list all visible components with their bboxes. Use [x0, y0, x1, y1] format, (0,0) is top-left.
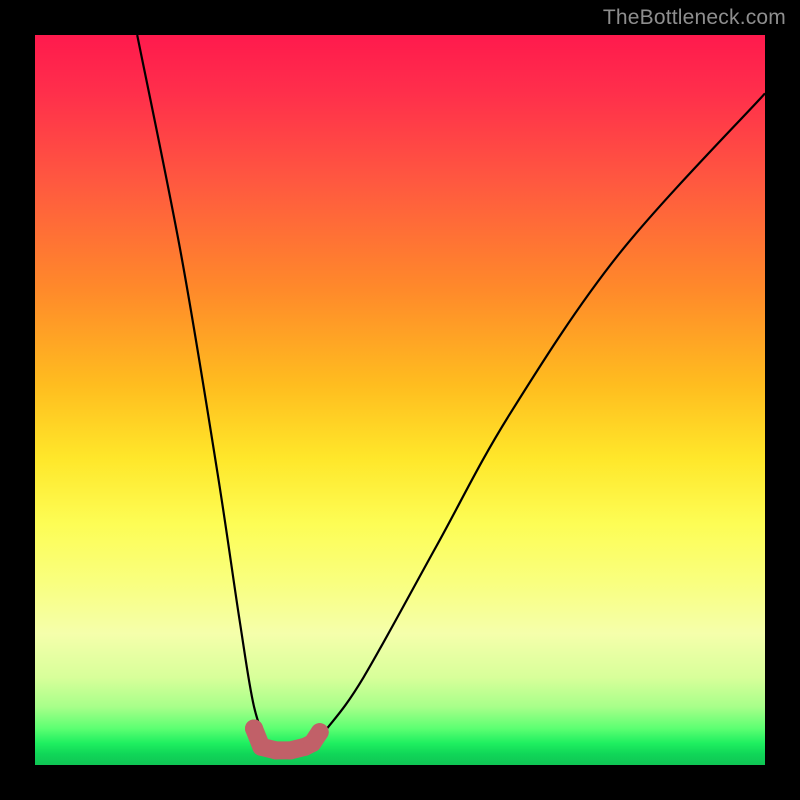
optimal-marker: [311, 723, 329, 741]
chart-container: TheBottleneck.com: [0, 0, 800, 800]
bottleneck-curve-path: [137, 35, 765, 751]
watermark-text: TheBottleneck.com: [603, 6, 786, 30]
optimal-markers-group: [245, 720, 329, 760]
curve-svg: [35, 35, 765, 765]
optimal-marker: [245, 720, 263, 738]
plot-area: [35, 35, 765, 765]
